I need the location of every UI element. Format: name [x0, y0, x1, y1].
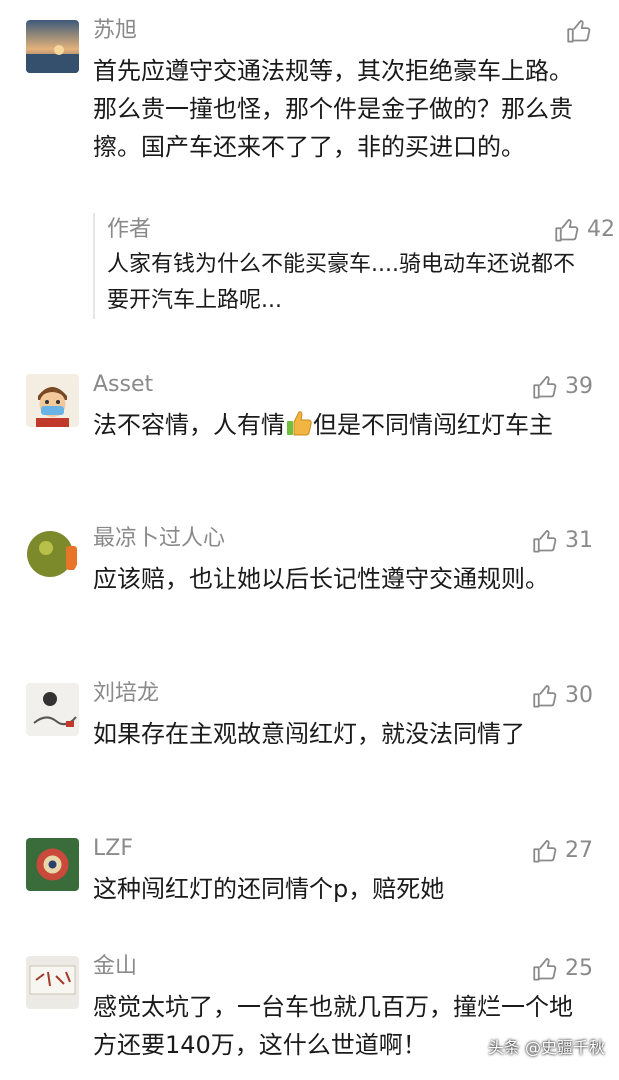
- thumbs-up-outline-icon: [555, 218, 579, 242]
- like-button[interactable]: 27: [532, 834, 593, 868]
- avatar[interactable]: [26, 374, 79, 427]
- watermark-text: 头条 @史疆千秋: [487, 1038, 605, 1057]
- comment-text: 法不容情，人有情 但是不同情闯红灯车主: [93, 406, 583, 444]
- comment-text: 这种闯红灯的还同情个p，赔死她: [93, 875, 445, 903]
- cartoon-boy-avatar-image: [26, 374, 79, 427]
- commenter-name[interactable]: LZF: [93, 832, 133, 866]
- thumbs-up-outline-icon: [533, 529, 557, 553]
- like-count: 42: [587, 217, 615, 242]
- like-count: 31: [565, 528, 593, 553]
- ink-painting-avatar-image: [26, 683, 79, 736]
- like-button[interactable]: 39: [532, 370, 593, 404]
- commenter-name[interactable]: Asset: [93, 368, 153, 402]
- like-button[interactable]: 30: [532, 679, 593, 713]
- thumbs-up-outline-icon: [533, 375, 557, 399]
- commenter-name[interactable]: 金山: [93, 950, 137, 984]
- calligraphy-avatar-image: [26, 956, 79, 1009]
- commenter-name[interactable]: 最凉卜过人心: [93, 522, 225, 556]
- like-count: 39: [565, 374, 593, 399]
- comment-text-part: 法不容情，人有情: [93, 411, 285, 439]
- comment-text: 首先应遵守交通法规等，其次拒绝豪车上路。那么贵一撞也怪，那个件是金子做的？那么贵…: [93, 57, 573, 161]
- avatar[interactable]: [26, 956, 79, 1009]
- avatar[interactable]: [26, 838, 79, 891]
- comment-text: 如果存在主观故意闯红灯，就没法同情了: [93, 720, 525, 748]
- sunset-avatar-image: [26, 20, 79, 73]
- like-count: 25: [565, 956, 593, 981]
- like-count: 27: [565, 838, 593, 863]
- author-reply: 作者 42 人家有钱为什么不能买豪车....骑电动车还说都不要开汽车上路呢...: [93, 213, 615, 319]
- like-button[interactable]: 25: [532, 952, 593, 986]
- reply-text: 人家有钱为什么不能买豪车....骑电动车还说都不要开汽车上路呢...: [107, 252, 575, 313]
- like-button[interactable]: 31: [532, 524, 593, 558]
- colorful-pattern-avatar-image: [26, 838, 79, 891]
- avatar[interactable]: [26, 683, 79, 736]
- like-count: 30: [565, 683, 593, 708]
- watermark: 头条 @史疆千秋: [488, 1034, 605, 1058]
- thumbs-up-outline-icon: [533, 684, 557, 708]
- thumbs-up-outline-icon: [533, 957, 557, 981]
- like-button[interactable]: [566, 18, 593, 45]
- comment-text-part: 但是不同情闯红灯车主: [313, 411, 553, 439]
- commenter-name[interactable]: 苏旭: [93, 14, 137, 48]
- thumbs-up-emoji-icon: [287, 411, 312, 436]
- avatar[interactable]: [26, 528, 79, 581]
- reply-author-name: 作者: [107, 217, 152, 242]
- thumbs-up-outline-icon: [533, 839, 557, 863]
- like-button[interactable]: 42: [554, 213, 615, 247]
- green-circle-avatar-image: [26, 528, 79, 581]
- comment-text: 应该赔，也让她以后长记性遵守交通规则。: [93, 565, 549, 593]
- commenter-name[interactable]: 刘培龙: [93, 677, 159, 711]
- thumbs-up-outline-icon: [567, 20, 591, 43]
- avatar[interactable]: [26, 20, 79, 73]
